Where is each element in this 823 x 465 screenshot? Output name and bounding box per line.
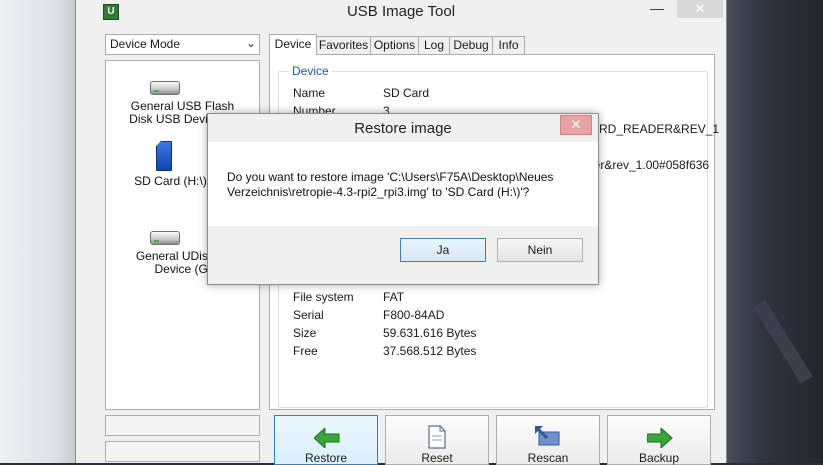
no-button[interactable]: Nein bbox=[497, 238, 583, 262]
property-label: Size bbox=[293, 326, 317, 340]
tab-debug[interactable]: Debug bbox=[449, 36, 493, 54]
chevron-down-icon: ⌄ bbox=[245, 36, 256, 50]
dialog-message: Do you want to restore image 'C:\Users\F… bbox=[227, 170, 554, 199]
backup-button[interactable]: Backup bbox=[607, 415, 711, 465]
dialog-title: Restore image bbox=[354, 120, 452, 137]
arrow-right-icon bbox=[647, 428, 673, 448]
close-button[interactable]: ✕ bbox=[677, 0, 723, 18]
property-row: File system FAT bbox=[293, 290, 404, 304]
rescan-icon bbox=[535, 426, 560, 446]
tab-log[interactable]: Log bbox=[418, 36, 450, 54]
property-row: Serial F800-84AD bbox=[293, 308, 444, 322]
property-label: Serial bbox=[293, 308, 324, 322]
rescan-button[interactable]: Rescan bbox=[496, 415, 600, 465]
status-field-2 bbox=[105, 441, 260, 462]
property-row: Free 37.568.512 Bytes bbox=[293, 344, 476, 358]
tab-info[interactable]: Info bbox=[492, 36, 525, 54]
device-mode-value: Device Mode bbox=[110, 37, 181, 51]
minimize-button[interactable]: — bbox=[643, 0, 671, 18]
property-value: 37.568.512 Bytes bbox=[383, 344, 477, 358]
property-label: File system bbox=[293, 290, 354, 304]
window-title: USB Image Tool bbox=[346, 3, 456, 20]
property-value: FAT bbox=[383, 290, 405, 304]
document-icon bbox=[428, 425, 446, 449]
restore-image-dialog: Restore image ✕ Do you want to restore i… bbox=[207, 113, 599, 285]
property-row: Size 59.631.616 Bytes bbox=[293, 326, 476, 340]
property-value: 59.631.616 Bytes bbox=[383, 326, 477, 340]
tab-options[interactable]: Options bbox=[370, 36, 419, 54]
sd-card-icon bbox=[156, 141, 172, 171]
property-row: Name SD Card bbox=[293, 86, 429, 100]
tab-favorites[interactable]: Favorites bbox=[316, 36, 371, 54]
device-mode-select[interactable]: Device Mode ⌄ bbox=[105, 34, 260, 55]
property-value-partial: ARD_READER&REV_1 bbox=[591, 122, 720, 136]
dialog-title-bar: Restore image ✕ bbox=[208, 114, 598, 142]
reset-button[interactable]: Reset bbox=[385, 415, 489, 465]
usb-drive-icon bbox=[150, 231, 180, 245]
group-title: Device bbox=[289, 64, 332, 78]
desktop-background-left bbox=[0, 0, 75, 463]
property-value: SD Card bbox=[383, 86, 430, 100]
tab-device[interactable]: Device bbox=[269, 34, 317, 55]
status-field-1 bbox=[105, 415, 260, 436]
dialog-close-button[interactable]: ✕ bbox=[560, 115, 592, 135]
usb-drive-icon bbox=[150, 81, 180, 95]
desktop-background-right bbox=[725, 0, 823, 463]
title-bar: U USB Image Tool — ✕ bbox=[76, 0, 726, 26]
property-label: Free bbox=[293, 344, 318, 358]
arrow-left-icon bbox=[314, 428, 340, 448]
property-value-partial: ler&rev_1.00#058f636 bbox=[591, 158, 710, 172]
yes-button[interactable]: Ja bbox=[400, 238, 486, 262]
property-label: Name bbox=[293, 86, 326, 100]
property-value: F800-84AD bbox=[383, 308, 445, 322]
restore-button[interactable]: Restore bbox=[274, 415, 378, 465]
